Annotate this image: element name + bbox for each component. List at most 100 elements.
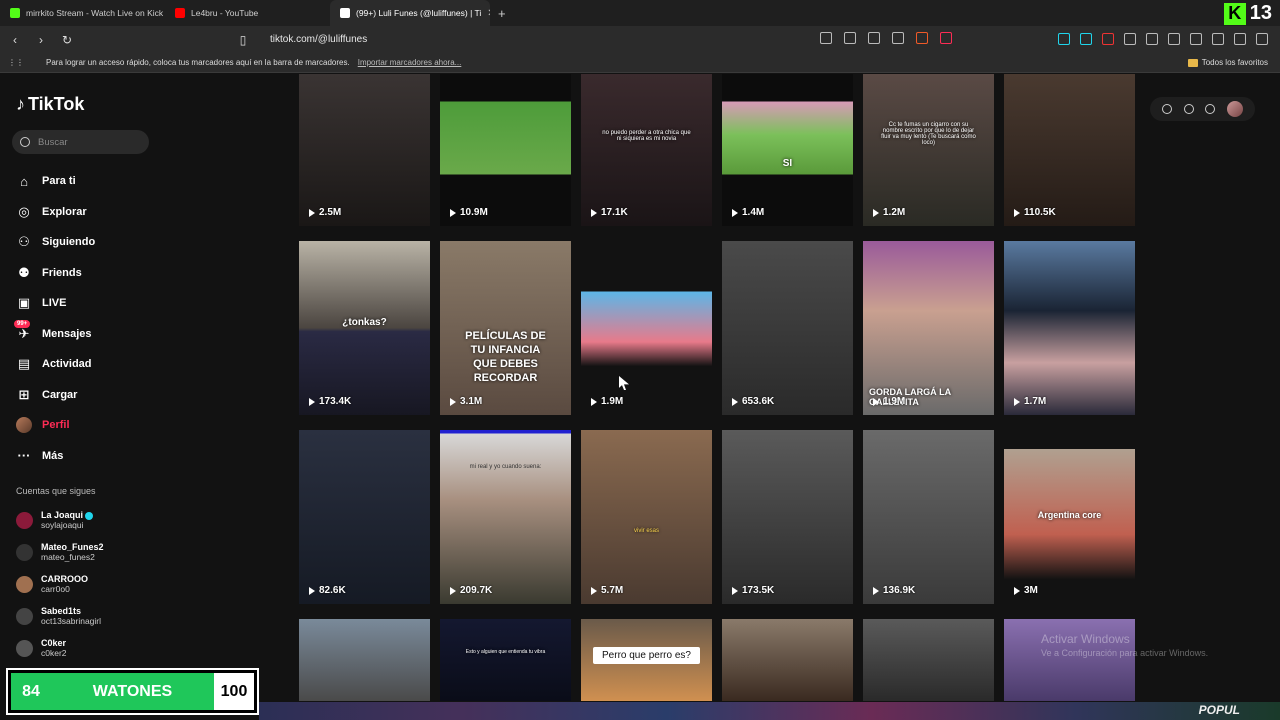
- nav-label: Friends: [42, 266, 82, 279]
- video-tile[interactable]: 1.7M: [1004, 241, 1135, 415]
- video-tile[interactable]: no puedo perder a otra chica que ni siqu…: [581, 74, 712, 226]
- video-tile[interactable]: 2.5M: [299, 74, 430, 226]
- home-icon: ⌂: [20, 173, 28, 189]
- bookmark-icon[interactable]: ▯: [236, 33, 250, 47]
- url-field[interactable]: tiktok.com/@luliffunes: [270, 34, 367, 45]
- nav-siguiendo[interactable]: ⚇ Siguiendo: [16, 227, 95, 258]
- apps-icon[interactable]: ⋮⋮: [8, 58, 24, 67]
- video-tile[interactable]: mi real y yo cuando suena: 209.7K: [440, 430, 571, 604]
- video-tile[interactable]: [863, 619, 994, 701]
- video-tile[interactable]: SI 1.4M: [722, 74, 853, 226]
- wallet-icon[interactable]: [1212, 33, 1224, 45]
- nav-mensajes[interactable]: ✈ 99+ Mensajes: [14, 319, 95, 350]
- import-bookmarks-link[interactable]: Importar marcadores ahora...: [358, 58, 462, 67]
- following-account[interactable]: La Joaqui soylajoaqui: [16, 504, 104, 536]
- play-icon: [591, 586, 597, 595]
- nav-perfil[interactable]: Perfil: [16, 410, 95, 441]
- compass-icon[interactable]: [1161, 104, 1172, 114]
- extension-icon[interactable]: [1146, 33, 1158, 45]
- account-name: CARROOO: [41, 574, 88, 584]
- tab-tiktok[interactable]: (99+) Luli Funes (@luliffunes) | Ti ✕: [330, 0, 490, 26]
- back-button[interactable]: ‹: [8, 33, 22, 47]
- video-tile[interactable]: Perro que perro es?: [581, 619, 712, 701]
- video-tile[interactable]: 173.5K: [722, 430, 853, 604]
- view-count: 1.7M: [1014, 396, 1046, 407]
- video-tile[interactable]: Argentina core 3M: [1004, 430, 1135, 604]
- following-account[interactable]: C0ker c0ker2: [16, 632, 104, 664]
- url-actions: [820, 32, 952, 44]
- nav-label: LIVE: [42, 297, 67, 310]
- nav-friends[interactable]: ⚉ Friends: [16, 258, 95, 289]
- following-icon: ⚇: [18, 234, 30, 250]
- video-tile[interactable]: vivir esas 5.7M: [581, 430, 712, 604]
- cast-icon[interactable]: [844, 32, 856, 44]
- tiktok-sidebar: ♪ TikTok Buscar ⌂ Para ti ◎ Explorar ⚇ Sigu…: [0, 74, 260, 720]
- forward-button[interactable]: ›: [34, 33, 48, 47]
- extension-icon[interactable]: [1102, 33, 1114, 45]
- video-tile[interactable]: 1.9M: [581, 241, 712, 415]
- brave-rewards-icon[interactable]: [940, 32, 952, 44]
- video-tile[interactable]: 110.5K: [1004, 74, 1135, 226]
- kick-icon: [10, 8, 20, 18]
- music-icon[interactable]: [1168, 33, 1180, 45]
- nav-explorar[interactable]: ◎ Explorar: [16, 197, 95, 228]
- account-name: Mateo_Funes2: [41, 542, 104, 552]
- video-tile[interactable]: [722, 619, 853, 701]
- video-tile[interactable]: 653.6K: [722, 241, 853, 415]
- phone-icon[interactable]: [1183, 104, 1194, 114]
- video-tile[interactable]: [299, 619, 430, 701]
- view-count: 1.9M: [873, 396, 905, 407]
- nav-mas[interactable]: ··· Más: [16, 441, 95, 472]
- nav-cargar[interactable]: ⊞ Cargar: [16, 380, 95, 411]
- video-tile[interactable]: 136.9K: [863, 430, 994, 604]
- video-tile[interactable]: 10.9M: [440, 74, 571, 226]
- video-tile[interactable]: Cc te fumas un cigarro con su nombre esc…: [863, 74, 994, 226]
- following-account[interactable]: CARROOO carr0o0: [16, 568, 104, 600]
- avatar[interactable]: [1227, 101, 1244, 117]
- tiktok-logo[interactable]: ♪ TikTok: [16, 94, 84, 115]
- brave-shield-icon[interactable]: [916, 32, 928, 44]
- new-tab-button[interactable]: +: [498, 6, 506, 21]
- messages-badge: 99+: [14, 319, 31, 328]
- nav-label: Mensajes: [42, 327, 92, 340]
- tab-kick[interactable]: mirrkito Stream - Watch Live on Kick: [0, 0, 165, 26]
- views-text: 2.5M: [319, 207, 342, 218]
- menu-icon[interactable]: [1256, 33, 1268, 45]
- tab-youtube[interactable]: Le4bru - YouTube: [165, 0, 330, 26]
- video-caption: no puedo perder a otra chica que ni siqu…: [602, 130, 691, 142]
- reload-button[interactable]: ↻: [60, 33, 74, 47]
- kick-logo: K: [1223, 2, 1246, 25]
- brand-name: TikTok: [28, 94, 85, 114]
- play-icon: [1014, 208, 1020, 217]
- download-icon[interactable]: [1205, 104, 1216, 114]
- windows-activation-subtext: Ve a Configuración para activar Windows.: [1041, 648, 1209, 658]
- video-caption: Cc te fumas un cigarro con su nombre esc…: [881, 122, 976, 146]
- sidebar-icon[interactable]: [1190, 33, 1202, 45]
- vpn-icon[interactable]: [1234, 33, 1246, 45]
- video-tile[interactable]: ¿tonkas? 173.4K: [299, 241, 430, 415]
- nav-live[interactable]: ▣ LIVE: [16, 288, 95, 319]
- video-tile[interactable]: PELÍCULAS DE TU INFANCIA QUE DEBES RECOR…: [440, 241, 571, 415]
- view-count: 173.4K: [309, 396, 351, 407]
- more-icon: ···: [17, 448, 31, 464]
- search-input[interactable]: Buscar: [12, 130, 149, 154]
- nav-para-ti[interactable]: ⌂ Para ti: [16, 166, 95, 197]
- account-user: carr0o0: [41, 584, 70, 594]
- close-icon[interactable]: ✕: [487, 8, 490, 19]
- view-count: 10.9M: [450, 207, 488, 218]
- share-icon[interactable]: [892, 32, 904, 44]
- video-tile[interactable]: GORDA LARGÁ LA GALLETITA 1.9M: [863, 241, 994, 415]
- play-icon: [450, 397, 456, 406]
- extension-icon[interactable]: [1080, 33, 1092, 45]
- video-tile[interactable]: 82.6K: [299, 430, 430, 604]
- following-account[interactable]: Sabed1ts oct13sabrinagirl: [16, 600, 104, 632]
- views-text: 653.6K: [742, 396, 775, 407]
- all-favorites[interactable]: Todos los favoritos: [1187, 58, 1268, 67]
- translate-icon[interactable]: [868, 32, 880, 44]
- video-tile[interactable]: Esto y alguien que entienda tu vibra: [440, 619, 571, 701]
- extension-icon[interactable]: [1124, 33, 1136, 45]
- following-account[interactable]: Mateo_Funes2 mateo_funes2: [16, 536, 104, 568]
- no-tracking-icon[interactable]: [820, 32, 832, 44]
- nav-actividad[interactable]: ▤ Actividad: [16, 349, 95, 380]
- extension-icon[interactable]: [1058, 33, 1070, 45]
